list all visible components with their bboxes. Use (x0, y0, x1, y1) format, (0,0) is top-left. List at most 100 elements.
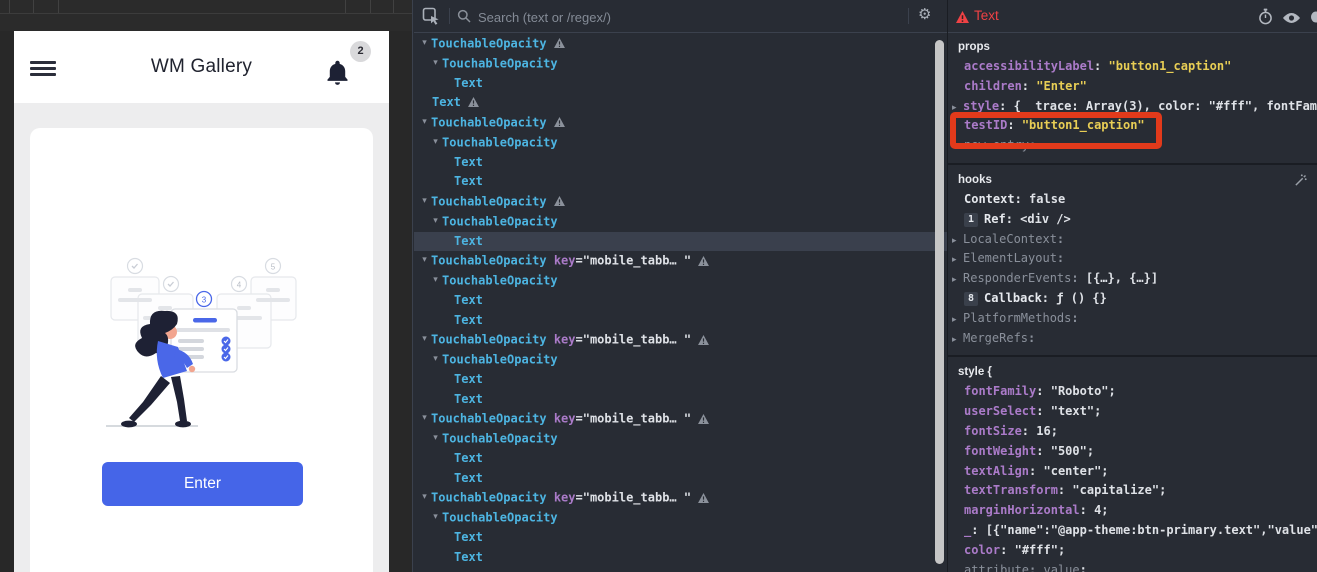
inspector-row[interactable]: _: [{"name":"@app-theme:btn-primary.text… (948, 521, 1317, 541)
inspector-row[interactable]: fontSize: 16; (948, 422, 1317, 442)
expand-arrow-icon[interactable]: ▸ (952, 251, 963, 269)
expand-arrow-icon[interactable]: ▾ (418, 113, 431, 133)
selected-component-name: Text (974, 0, 999, 32)
expand-arrow-icon[interactable]: ▾ (418, 34, 431, 54)
tree-row[interactable]: Text (414, 311, 947, 331)
tree-row[interactable]: ▾TouchableOpacity (414, 508, 947, 528)
expand-arrow-icon[interactable]: ▸ (952, 311, 963, 329)
inspector-row[interactable]: fontFamily: "Roboto"; (948, 382, 1317, 402)
inspector-sections: propsaccessibilityLabel: "button1_captio… (948, 32, 1317, 572)
expand-arrow-icon[interactable]: ▾ (429, 54, 442, 74)
inspector-row[interactable]: ▸style: { trace: Array(3), color: "#fff"… (948, 97, 1317, 117)
profiler-stopwatch-icon[interactable] (1258, 8, 1273, 30)
inspector-header: Text (948, 0, 1317, 33)
inspector-row[interactable]: ▸ResponderEvents: [{…}, {…}] (948, 269, 1317, 289)
settings-gear-icon[interactable]: ⚙ (918, 5, 931, 23)
component-name: TouchableOpacity (442, 431, 558, 445)
eye-icon[interactable] (1282, 11, 1301, 29)
toolbar-divider (908, 8, 909, 24)
inspector-row[interactable]: 1Ref: <div /> (948, 210, 1317, 230)
tree-row[interactable]: Text (414, 370, 947, 390)
component-name: TouchableOpacity (431, 254, 547, 268)
inspector-row[interactable]: 8Callback: ƒ () {} (948, 289, 1317, 309)
tree-row[interactable]: ▾TouchableOpacity key="mobile_tabb… " (414, 488, 947, 508)
tab-divider (345, 0, 346, 13)
component-name: Text (454, 530, 483, 544)
component-name: TouchableOpacity (442, 135, 558, 149)
tree-row[interactable]: ▾TouchableOpacity (414, 113, 947, 133)
inspect-element-button[interactable] (422, 7, 444, 25)
notifications-button[interactable]: 2 (323, 41, 371, 97)
tree-row[interactable]: Text (414, 153, 947, 173)
inspector-row[interactable]: children: "Enter" (948, 77, 1317, 97)
expand-arrow-icon[interactable]: ▾ (429, 133, 442, 153)
expand-arrow-icon[interactable]: ▾ (418, 330, 431, 350)
component-name: Text (454, 372, 483, 386)
enter-button[interactable]: Enter (102, 462, 303, 506)
component-name: TouchableOpacity (442, 273, 558, 287)
tree-row[interactable]: ▾TouchableOpacity (414, 271, 947, 291)
parse-hooks-wand-icon[interactable] (1294, 174, 1307, 192)
tree-row[interactable]: ▾TouchableOpacity key="mobile_tabb… " (414, 330, 947, 350)
expand-arrow-icon[interactable]: ▾ (418, 192, 431, 212)
tree-row[interactable]: Text (414, 74, 947, 94)
inspector-row[interactable]: Context: false (948, 190, 1317, 210)
tree-row[interactable]: Text (414, 93, 947, 113)
tree-row[interactable]: Text (414, 291, 947, 311)
inspector-row[interactable]: ▸ElementLayout: (948, 249, 1317, 269)
component-name: TouchableOpacity (442, 56, 558, 70)
component-name: TouchableOpacity (431, 115, 547, 129)
tree-row[interactable]: Text (414, 528, 947, 548)
inspector-row[interactable]: testID: "button1_caption" (948, 116, 1317, 136)
inspector-row[interactable]: ▸PlatformMethods: (948, 309, 1317, 329)
tree-row[interactable]: Text (414, 449, 947, 469)
tree-row[interactable]: Text (414, 232, 947, 252)
inspector-row[interactable]: ▸LocaleContext: (948, 230, 1317, 250)
expand-arrow-icon[interactable]: ▾ (429, 212, 442, 232)
tree-row[interactable]: ▾TouchableOpacity key="mobile_tabb… " (414, 251, 947, 271)
tree-row[interactable]: ▾TouchableOpacity (414, 34, 947, 54)
inspector-row[interactable]: textAlign: "center"; (948, 462, 1317, 482)
inspector-row[interactable]: color: "#fff"; (948, 541, 1317, 561)
inspector-row[interactable]: ▸MergeRefs: (948, 329, 1317, 349)
component-name: Text (454, 392, 483, 406)
expand-arrow-icon[interactable]: ▸ (952, 271, 963, 289)
tab-divider (33, 0, 34, 13)
tree-row[interactable]: ▾TouchableOpacity key="mobile_tabb… " (414, 409, 947, 429)
tree-row[interactable]: ▾TouchableOpacity (414, 133, 947, 153)
inspector-row[interactable]: new entry: (948, 136, 1317, 156)
tree-row[interactable]: Text (414, 469, 947, 489)
inspector-row[interactable]: attribute: value; (948, 561, 1317, 572)
tree-row[interactable]: Text (414, 172, 947, 192)
tree-row[interactable]: Text (414, 390, 947, 410)
search-input[interactable] (476, 4, 900, 30)
tree-scrollbar[interactable] (935, 40, 944, 564)
svg-text:5: 5 (271, 263, 276, 272)
component-name: Text (454, 234, 483, 248)
expand-arrow-icon[interactable]: ▾ (418, 251, 431, 271)
tree-row[interactable]: Text (414, 548, 947, 568)
bug-icon[interactable] (1309, 10, 1317, 28)
inspector-row[interactable]: accessibilityLabel: "button1_caption" (948, 57, 1317, 77)
tree-row[interactable]: ▾TouchableOpacity (414, 192, 947, 212)
inspector-row[interactable]: marginHorizontal: 4; (948, 501, 1317, 521)
expand-arrow-icon[interactable]: ▸ (952, 232, 963, 250)
tree-row[interactable]: ▾TouchableOpacity (414, 212, 947, 232)
tabstrip-divider (0, 13, 412, 14)
tree-row[interactable]: ▾TouchableOpacity (414, 429, 947, 449)
expand-arrow-icon[interactable]: ▸ (952, 331, 963, 349)
expand-arrow-icon[interactable]: ▾ (429, 429, 442, 449)
tree-row[interactable]: ▾TouchableOpacity (414, 350, 947, 370)
component-name: Text (432, 95, 461, 109)
inspector-row[interactable]: fontWeight: "500"; (948, 442, 1317, 462)
expand-arrow-icon[interactable]: ▾ (429, 350, 442, 370)
tree-row[interactable]: ▾TouchableOpacity (414, 54, 947, 74)
inspector-row[interactable]: userSelect: "text"; (948, 402, 1317, 422)
expand-arrow-icon[interactable]: ▾ (418, 488, 431, 508)
inspector-row[interactable]: textTransform: "capitalize"; (948, 481, 1317, 501)
expand-arrow-icon[interactable]: ▾ (429, 508, 442, 528)
expand-arrow-icon[interactable]: ▸ (952, 99, 963, 117)
expand-arrow-icon[interactable]: ▾ (429, 271, 442, 291)
component-name: TouchableOpacity (442, 510, 558, 524)
expand-arrow-icon[interactable]: ▾ (418, 409, 431, 429)
